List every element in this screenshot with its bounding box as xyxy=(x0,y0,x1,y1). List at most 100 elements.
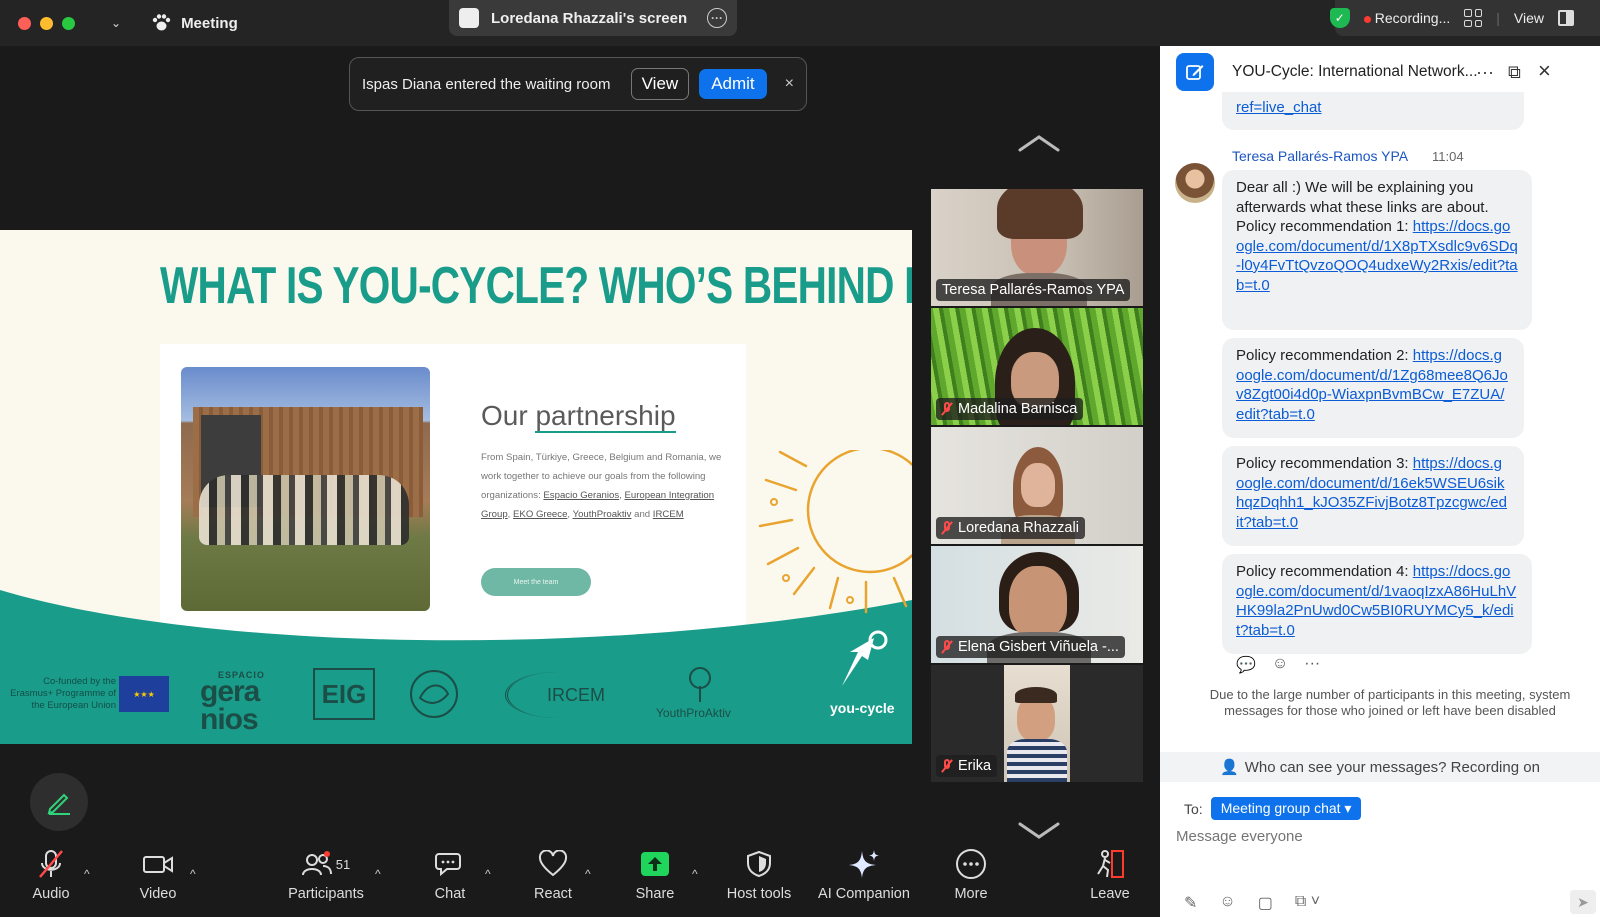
ai-companion-button[interactable]: AI Companion xyxy=(809,845,919,902)
notification-text: Ispas Diana entered the waiting room xyxy=(362,75,611,93)
video-camera-icon xyxy=(143,856,173,873)
share-label: Loredana Rhazzali's screen xyxy=(491,9,688,27)
zoom-window-button[interactable] xyxy=(62,16,75,30)
chat-options-chevron-icon[interactable]: ^ xyxy=(485,867,491,881)
team-photo xyxy=(181,367,430,611)
message-input[interactable] xyxy=(1176,828,1556,845)
react-options-chevron-icon[interactable]: ^ xyxy=(585,867,591,881)
participant-name-label: Erika xyxy=(936,755,998,777)
who-can-see-bar[interactable]: 👤 Who can see your messages? Recording on xyxy=(1160,752,1600,782)
pencil-icon xyxy=(47,793,70,815)
chevron-down-icon[interactable]: ⌄ xyxy=(111,16,121,30)
chat-bubble-icon xyxy=(435,853,461,877)
message-sender[interactable]: Teresa Pallarés-Ramos YPA xyxy=(1232,148,1408,164)
video-tile[interactable]: Elena Gisbert Viñuela -... xyxy=(931,546,1143,663)
view-waiting-button[interactable]: View xyxy=(630,68,690,100)
format-text-icon[interactable]: ✎ xyxy=(1184,893,1197,913)
mic-muted-icon xyxy=(942,640,952,654)
record-dot-icon xyxy=(1363,16,1371,23)
sparkle-icon xyxy=(849,850,879,878)
chat-link[interactable]: ref=live_chat xyxy=(1236,99,1321,116)
video-button[interactable]: Video xyxy=(103,845,213,902)
file-icon[interactable]: ▢ xyxy=(1258,893,1273,913)
apps-grid-icon[interactable] xyxy=(1464,9,1483,27)
recipient-row: To: Meeting group chat ▾ xyxy=(1184,797,1362,820)
leave-door-icon xyxy=(1097,850,1124,878)
video-tile[interactable]: Teresa Pallarés-Ramos YPA xyxy=(931,189,1143,306)
participant-name-label: Teresa Pallarés-Ramos YPA xyxy=(936,279,1131,301)
audio-button[interactable]: Audio xyxy=(0,845,106,902)
react-button[interactable]: React xyxy=(498,845,608,902)
emoji-icon[interactable]: ☺ xyxy=(1219,893,1235,913)
video-tile[interactable]: Madalina Barnisca xyxy=(931,308,1143,425)
screen-thumbnail-icon xyxy=(459,8,479,28)
person-lock-icon: 👤 xyxy=(1220,759,1239,776)
participants-button[interactable]: 51 Participants xyxy=(271,845,381,902)
partnership-text: From Spain, Türkiye, Greece, Belgium and… xyxy=(481,452,722,520)
video-tile[interactable]: Loredana Rhazzali xyxy=(931,427,1143,544)
chat-more-icon[interactable]: ··· xyxy=(1476,62,1494,83)
logo-eig: EIG xyxy=(313,668,375,720)
annotate-pencil-button[interactable] xyxy=(30,773,88,831)
audio-options-chevron-icon[interactable]: ^ xyxy=(84,867,90,881)
participants-icon xyxy=(301,851,332,876)
you-cycle-logo-icon xyxy=(842,630,888,686)
screen-share-indicator[interactable]: Loredana Rhazzali's screen ··· xyxy=(449,0,737,36)
recording-label: Recording... xyxy=(1374,10,1451,26)
compose-icon[interactable] xyxy=(1176,53,1214,91)
recipient-value: Meeting group chat xyxy=(1220,800,1341,816)
participants-label: Participants xyxy=(288,886,364,902)
video-label: Video xyxy=(139,886,177,902)
screenshot-icon[interactable]: ⧉ ˅ xyxy=(1295,893,1320,913)
view-button[interactable]: View xyxy=(1514,10,1544,26)
recipient-dropdown[interactable]: Meeting group chat ▾ xyxy=(1210,797,1362,820)
video-options-chevron-icon[interactable]: ^ xyxy=(190,867,196,881)
share-screen-icon xyxy=(641,852,669,876)
video-tile[interactable]: Erika xyxy=(931,665,1143,782)
eu-flag-icon: ★★★ xyxy=(119,676,169,712)
participants-options-chevron-icon[interactable]: ^ xyxy=(375,867,381,881)
react-label: React xyxy=(534,886,572,902)
more-button[interactable]: More xyxy=(916,845,1026,902)
divider: | xyxy=(1496,10,1500,26)
emoji-react-icon[interactable]: ☺ xyxy=(1272,655,1288,675)
logo-youthproaktiv: YouthProAktiv xyxy=(656,706,731,720)
logo-you-cycle: you-cycle xyxy=(830,700,895,716)
meeting-title[interactable]: Meeting xyxy=(151,14,238,32)
mic-muted-icon xyxy=(39,850,63,878)
avatar[interactable] xyxy=(1175,163,1215,203)
mic-muted-icon xyxy=(942,521,952,535)
scroll-down-icon[interactable] xyxy=(1018,822,1060,840)
reply-icon[interactable]: 💬 xyxy=(1236,655,1256,675)
shared-screen-slide: WHAT IS YOU-CYCLE? WHO’S BEHIND IT? Our … xyxy=(0,230,912,744)
pop-out-icon[interactable]: ⧉ xyxy=(1508,62,1521,83)
more-options-icon[interactable]: ··· xyxy=(707,8,727,28)
view-layout-icon[interactable] xyxy=(1558,10,1574,26)
message-actions: 💬 ☺ ··· xyxy=(1236,655,1320,675)
host-tools-button[interactable]: Host tools xyxy=(704,845,814,902)
close-window-button[interactable] xyxy=(18,16,31,30)
message-label: Policy recommendation 4: xyxy=(1236,563,1413,580)
window-controls xyxy=(18,16,75,30)
audio-label: Audio xyxy=(32,886,70,902)
admit-button[interactable]: Admit xyxy=(699,69,767,99)
close-notification-icon[interactable]: × xyxy=(785,75,794,93)
more-actions-icon[interactable]: ··· xyxy=(1304,655,1320,675)
zoom-meeting-window: ⌄ Meeting Loredana Rhazzali's screen ···… xyxy=(0,0,1600,917)
participant-name-label: Elena Gisbert Viñuela -... xyxy=(936,636,1125,658)
scroll-up-icon[interactable] xyxy=(1018,134,1060,152)
message-time: 11:04 xyxy=(1432,149,1464,164)
title-bar-right: ✓ Recording... | View xyxy=(1329,0,1600,36)
minimize-window-button[interactable] xyxy=(40,16,53,30)
leave-label: Leave xyxy=(1090,886,1130,902)
chat-message-bubble: Dear all :) We will be explaining you af… xyxy=(1222,170,1532,330)
shield-check-icon[interactable]: ✓ xyxy=(1329,8,1350,28)
chat-title: YOU-Cycle: International Network... xyxy=(1232,63,1478,80)
leave-button[interactable]: Leave xyxy=(1055,845,1165,902)
close-chat-icon[interactable]: × xyxy=(1538,58,1551,84)
recording-indicator[interactable]: Recording... xyxy=(1363,10,1451,26)
share-options-chevron-icon[interactable]: ^ xyxy=(692,867,698,881)
message-label: Policy recommendation 1: xyxy=(1236,218,1413,235)
chat-label: Chat xyxy=(434,886,466,902)
send-icon[interactable]: ➤ xyxy=(1570,890,1596,914)
